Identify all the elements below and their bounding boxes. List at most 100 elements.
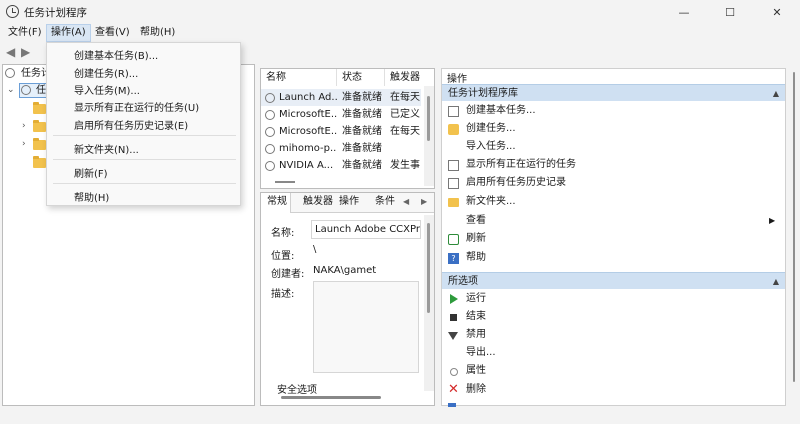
author-label: 创建者: bbox=[271, 269, 305, 280]
location-label: 位置: bbox=[271, 251, 295, 262]
chevron-down-icon[interactable]: ⌄ bbox=[7, 82, 15, 99]
folder-icon bbox=[33, 102, 46, 114]
column-header-name[interactable]: 名称 bbox=[261, 69, 337, 86]
list-horizontal-scroll-thumb[interactable] bbox=[275, 181, 295, 183]
author-value: NAKA\gamet bbox=[313, 265, 377, 276]
table-row[interactable]: Launch Ad... 准备就绪 在每天 bbox=[261, 89, 421, 106]
minimize-button[interactable]: — bbox=[661, 0, 707, 24]
menu-bar: 文件(F) 操作(A) 查看(V) 帮助(H) bbox=[0, 24, 800, 42]
dd-refresh[interactable]: 刷新(F) bbox=[74, 165, 108, 180]
description-field[interactable] bbox=[313, 281, 419, 373]
tab-conditions[interactable]: 条件 bbox=[375, 193, 395, 211]
refresh-icon bbox=[448, 234, 459, 245]
tree-folder-3[interactable]: › bbox=[3, 136, 46, 153]
security-options-label: 安全选项 bbox=[277, 385, 317, 396]
end-icon bbox=[450, 314, 457, 321]
task-status: 准备就绪 bbox=[342, 92, 382, 103]
actions-scrollbar[interactable] bbox=[790, 68, 798, 406]
chevron-right-icon[interactable]: › bbox=[22, 118, 26, 135]
menu-view[interactable]: 查看(V) bbox=[91, 24, 134, 42]
table-row[interactable]: MicrosoftE... 准备就绪 在每天 bbox=[261, 123, 421, 140]
menu-help[interactable]: 帮助(H) bbox=[136, 24, 179, 42]
location-value: \ bbox=[313, 244, 317, 255]
task-detail-pane: 常规 触发器 操作 条件 ◀ ▶ 名称: Launch Adobe CCXPro… bbox=[260, 192, 435, 406]
task-name: Launch Ad... bbox=[279, 92, 337, 103]
tab-actions[interactable]: 操作 bbox=[339, 193, 359, 211]
task-name: NVIDIA A... bbox=[279, 160, 334, 171]
detail-horizontal-scroll-thumb[interactable] bbox=[281, 396, 381, 399]
task-name: MicrosoftE... bbox=[279, 109, 337, 120]
name-label: 名称: bbox=[271, 228, 295, 239]
dd-create-basic-task[interactable]: 创建基本任务(B)... bbox=[74, 47, 158, 62]
dd-help[interactable]: 帮助(H) bbox=[74, 189, 109, 204]
properties-icon bbox=[450, 368, 458, 376]
window-title: 任务计划程序 bbox=[24, 7, 87, 19]
task-icon bbox=[265, 93, 275, 103]
tab-scroll-left-icon[interactable]: ◀ bbox=[403, 193, 409, 211]
task-trigger: 在每天 bbox=[390, 126, 420, 137]
folder-icon bbox=[33, 138, 46, 150]
task-name: MicrosoftE... bbox=[279, 126, 337, 137]
folder-icon bbox=[33, 120, 46, 132]
close-button[interactable]: ✕ bbox=[754, 0, 800, 24]
clock-icon bbox=[21, 85, 31, 95]
create-basic-task-icon bbox=[448, 106, 459, 117]
action-view[interactable]: 查看 ▶ bbox=[448, 212, 778, 230]
actions-title: 操作 bbox=[447, 74, 467, 85]
description-label: 描述: bbox=[271, 289, 295, 300]
dd-enable-history[interactable]: 启用所有任务历史记录(E) bbox=[74, 117, 188, 132]
task-trigger: 在每天 bbox=[390, 92, 420, 103]
table-row[interactable]: MicrosoftE... 准备就绪 已定义 bbox=[261, 106, 421, 123]
table-row[interactable]: mihomo-p... 准备就绪 bbox=[261, 140, 421, 157]
tree-library-label: 任 bbox=[36, 85, 46, 96]
clock-icon bbox=[5, 68, 15, 78]
section-header-library[interactable]: 任务计划程序库 ▲ bbox=[442, 84, 785, 101]
task-trigger: 已定义 bbox=[390, 109, 420, 120]
history-icon bbox=[448, 178, 459, 189]
task-status: 准备就绪 bbox=[342, 160, 382, 171]
back-arrow-icon[interactable]: ◀ bbox=[6, 45, 15, 59]
forward-arrow-icon[interactable]: ▶ bbox=[21, 45, 30, 59]
collapse-icon[interactable]: ▲ bbox=[773, 85, 779, 102]
menu-action[interactable]: 操作(A) bbox=[46, 24, 91, 42]
task-trigger: 发生事 bbox=[390, 160, 420, 171]
create-task-icon bbox=[448, 124, 459, 135]
tab-triggers[interactable]: 触发器 bbox=[303, 193, 333, 211]
menu-file[interactable]: 文件(F) bbox=[4, 24, 46, 42]
menu-separator bbox=[53, 135, 236, 136]
task-icon bbox=[265, 127, 275, 137]
column-header-status[interactable]: 状态 bbox=[337, 69, 385, 86]
collapse-icon[interactable]: ▲ bbox=[773, 273, 779, 290]
tree-folder-4[interactable] bbox=[3, 154, 46, 171]
task-icon bbox=[265, 144, 275, 154]
running-tasks-icon bbox=[448, 160, 459, 171]
task-icon bbox=[265, 161, 275, 171]
disable-icon bbox=[448, 332, 458, 340]
table-row[interactable]: NVIDIA A... 准备就绪 发生事 bbox=[261, 157, 421, 174]
task-status: 准备就绪 bbox=[342, 109, 382, 120]
dd-create-task[interactable]: 创建任务(R)... bbox=[74, 65, 138, 80]
dd-show-running-tasks[interactable]: 显示所有正在运行的任务(U) bbox=[74, 99, 199, 114]
tree-folder-2[interactable]: › bbox=[3, 118, 46, 135]
help-icon: ? bbox=[448, 253, 459, 264]
detail-vertical-scrollbar[interactable] bbox=[424, 215, 434, 391]
tab-scroll-right-icon[interactable]: ▶ bbox=[421, 193, 427, 211]
section-header-selected[interactable]: 所选项 ▲ bbox=[442, 272, 785, 289]
list-vertical-scrollbar[interactable] bbox=[424, 86, 434, 186]
dd-import-task[interactable]: 导入任务(M)... bbox=[74, 82, 140, 97]
tab-general[interactable]: 常规 bbox=[261, 193, 291, 213]
delete-icon: ✕ bbox=[448, 382, 459, 397]
actions-pane: 操作 任务计划程序库 ▲ 创建基本任务... 创建任务... 导入任务... 显… bbox=[441, 68, 786, 407]
folder-icon bbox=[448, 198, 459, 207]
menu-separator bbox=[53, 159, 236, 160]
submenu-arrow-icon: ▶ bbox=[769, 216, 776, 225]
chevron-right-icon[interactable]: › bbox=[22, 136, 26, 153]
folder-icon bbox=[33, 156, 46, 168]
clock-app-icon bbox=[6, 5, 19, 18]
column-header-trigger[interactable]: 触发器 bbox=[385, 69, 434, 86]
dd-new-folder[interactable]: 新文件夹(N)... bbox=[74, 141, 139, 156]
name-field[interactable]: Launch Adobe CCXProc bbox=[311, 220, 421, 239]
task-icon bbox=[265, 110, 275, 120]
maximize-button[interactable]: ☐ bbox=[707, 0, 753, 24]
tree-folder-1[interactable] bbox=[3, 100, 46, 117]
